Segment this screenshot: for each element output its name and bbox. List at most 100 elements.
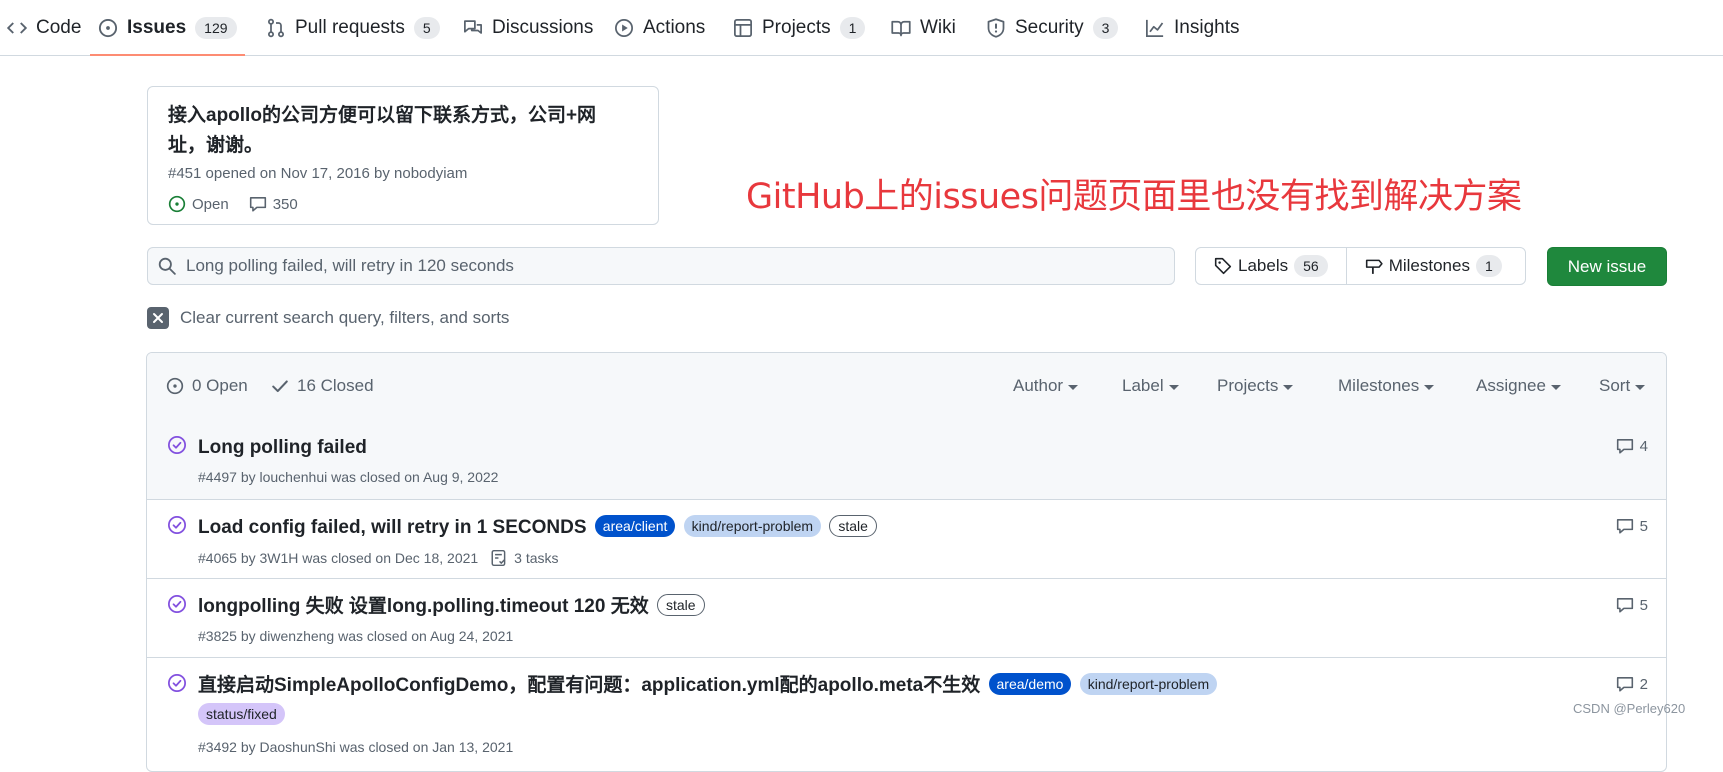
label-kind-report-problem[interactable]: kind/report-problem bbox=[1079, 673, 1218, 695]
pinned-issue-meta: #451 opened on Nov 17, 2016 by nobodyiam bbox=[168, 165, 468, 182]
watermark: CSDN @Perley620 bbox=[1573, 701, 1686, 716]
tab-label: Actions bbox=[643, 16, 706, 38]
issue-title-line: longpolling 失败 设置long.polling.timeout 12… bbox=[198, 592, 1578, 622]
tab-discussions[interactable]: Discussions bbox=[463, 0, 593, 55]
issues-list-header: 0 Open 16 Closed Author Label Projects M… bbox=[147, 353, 1666, 420]
projects-count-badge: 1 bbox=[839, 16, 866, 39]
chevron-down-icon bbox=[1168, 384, 1179, 390]
pinned-issue-title[interactable]: 接入apollo的公司方便可以留下联系方式，公司+网址，谢谢。 bbox=[168, 101, 628, 161]
issue-title-link[interactable]: Long polling failed bbox=[198, 437, 367, 458]
tab-pull-requests[interactable]: Pull requests 5 bbox=[266, 0, 440, 55]
closed-count: 16 Closed bbox=[297, 376, 374, 395]
label-kind-report-problem[interactable]: kind/report-problem bbox=[683, 515, 822, 537]
label-area-client[interactable]: area/client bbox=[594, 515, 676, 537]
issue-open-status-icon bbox=[168, 195, 186, 213]
tab-label: Pull requests bbox=[295, 16, 405, 38]
pinned-issue-comments[interactable]: 350 bbox=[273, 196, 298, 213]
new-issue-button[interactable]: New issue bbox=[1547, 247, 1667, 286]
labels-milestones-group: Labels 56 Milestones 1 bbox=[1195, 247, 1526, 285]
discussions-icon bbox=[464, 19, 482, 34]
book-icon bbox=[891, 20, 911, 36]
comment-icon bbox=[1616, 519, 1633, 534]
issue-comments-link[interactable]: 5 bbox=[1616, 596, 1648, 614]
closed-issues-toggle[interactable]: 16 Closed bbox=[271, 353, 374, 419]
tab-label: Wiki bbox=[920, 16, 956, 38]
issue-row[interactable]: Load config failed, will retry in 1 SECO… bbox=[147, 499, 1666, 579]
issue-meta: #3492 by DaoshunShi was closed on Jan 13… bbox=[198, 739, 513, 755]
tab-code[interactable]: Code bbox=[7, 0, 81, 55]
issue-title-line: Long polling failed bbox=[198, 433, 1578, 463]
label-area-demo[interactable]: area/demo bbox=[988, 673, 1072, 695]
issue-title-line: Load config failed, will retry in 1 SECO… bbox=[198, 513, 1578, 543]
tab-label: Issues bbox=[127, 16, 187, 38]
filter-label: Sort bbox=[1599, 376, 1631, 395]
tab-wiki[interactable]: Wiki bbox=[891, 0, 956, 55]
issue-meta-text: #3492 by DaoshunShi was closed on Jan 13… bbox=[198, 739, 514, 755]
issues-search-bar[interactable] bbox=[147, 247, 1175, 285]
comment-count: 2 bbox=[1639, 675, 1648, 693]
search-icon bbox=[158, 257, 176, 275]
repo-nav: Code Issues 129 Pull requests 5 Discussi… bbox=[0, 0, 1723, 56]
issue-row[interactable]: Long polling failed #4497 by louchenhui … bbox=[147, 419, 1666, 500]
shield-icon bbox=[987, 17, 1005, 38]
tab-actions[interactable]: Actions bbox=[614, 0, 705, 55]
check-icon bbox=[272, 380, 288, 393]
table-icon bbox=[734, 18, 752, 37]
issue-comments-link[interactable]: 5 bbox=[1616, 517, 1648, 535]
issues-count-badge: 129 bbox=[195, 16, 237, 39]
labels-count-badge: 56 bbox=[1294, 255, 1328, 277]
pinned-issue-card: 接入apollo的公司方便可以留下联系方式，公司+网址，谢谢。 #451 ope… bbox=[147, 86, 659, 225]
open-issues-toggle[interactable]: 0 Open bbox=[166, 353, 248, 419]
issue-title-link[interactable]: 直接启动SimpleApolloConfigDemo，配置有问题：applica… bbox=[198, 675, 980, 696]
milestone-icon bbox=[1365, 259, 1383, 274]
label-stale[interactable]: stale bbox=[656, 594, 705, 616]
graph-icon bbox=[1146, 19, 1164, 37]
projects-filter[interactable]: Projects bbox=[1217, 353, 1294, 419]
tab-label: Discussions bbox=[492, 16, 594, 38]
code-icon bbox=[7, 21, 27, 34]
milestones-filter[interactable]: Milestones bbox=[1338, 353, 1435, 419]
label-filter[interactable]: Label bbox=[1122, 353, 1179, 419]
tasklist-icon bbox=[491, 549, 506, 567]
pinned-issue-status: Open bbox=[192, 195, 229, 213]
tab-label: Projects bbox=[762, 16, 831, 38]
play-icon bbox=[615, 18, 633, 37]
issue-meta: #4497 by louchenhui was closed on Aug 9,… bbox=[198, 469, 498, 485]
tab-insights[interactable]: Insights bbox=[1145, 0, 1239, 55]
milestones-button[interactable]: Milestones 1 bbox=[1345, 248, 1520, 284]
issue-row[interactable]: longpolling 失败 设置long.polling.timeout 12… bbox=[147, 578, 1666, 658]
issue-closed-icon bbox=[167, 594, 187, 614]
comment-icon bbox=[1616, 677, 1633, 692]
issue-comments-link[interactable]: 2 bbox=[1616, 675, 1648, 693]
comment-icon bbox=[1616, 439, 1633, 454]
issue-comments-link[interactable]: 4 bbox=[1616, 437, 1648, 455]
issue-tasks: 3 tasks bbox=[514, 550, 559, 566]
comment-count: 5 bbox=[1639, 596, 1648, 614]
labels-button-label: Labels bbox=[1238, 256, 1289, 275]
red-annotation-text: GitHub上的issues问题页面里也没有找到解决方案 bbox=[746, 177, 1522, 217]
search-input[interactable] bbox=[186, 256, 1146, 276]
clear-filters-link[interactable]: Clear current search query, filters, and… bbox=[147, 307, 509, 329]
tag-icon bbox=[1214, 257, 1232, 275]
pull-requests-count-badge: 5 bbox=[413, 16, 440, 39]
filter-label: Author bbox=[1013, 376, 1064, 395]
issue-meta: #4065 by 3W1H was closed on Dec 18, 2021… bbox=[198, 549, 559, 567]
issue-title-link[interactable]: longpolling 失败 设置long.polling.timeout 12… bbox=[198, 596, 649, 617]
author-filter[interactable]: Author bbox=[1013, 353, 1079, 419]
tab-security[interactable]: Security 3 bbox=[986, 0, 1119, 55]
pinned-issue-footer: Open 350 bbox=[168, 195, 298, 213]
milestones-button-label: Milestones bbox=[1388, 256, 1470, 275]
assignee-filter[interactable]: Assignee bbox=[1476, 353, 1561, 419]
tab-projects[interactable]: Projects 1 bbox=[733, 0, 866, 55]
label-stale[interactable]: stale bbox=[829, 515, 877, 537]
sort-filter[interactable]: Sort bbox=[1599, 353, 1646, 419]
tab-issues[interactable]: Issues 129 bbox=[90, 0, 245, 56]
comment-count: 4 bbox=[1639, 437, 1648, 455]
filter-label: Assignee bbox=[1476, 376, 1546, 395]
issue-meta-text: #4065 by 3W1H was closed on Dec 18, 2021 bbox=[198, 550, 479, 566]
issue-meta: #3825 by diwenzheng was closed on Aug 24… bbox=[198, 628, 513, 644]
issue-row[interactable]: 直接启动SimpleApolloConfigDemo，配置有问题：applica… bbox=[147, 657, 1666, 771]
labels-button[interactable]: Labels 56 bbox=[1196, 248, 1346, 284]
label-status-fixed[interactable]: status/fixed bbox=[198, 703, 285, 725]
issue-title-link[interactable]: Load config failed, will retry in 1 SECO… bbox=[198, 517, 587, 538]
